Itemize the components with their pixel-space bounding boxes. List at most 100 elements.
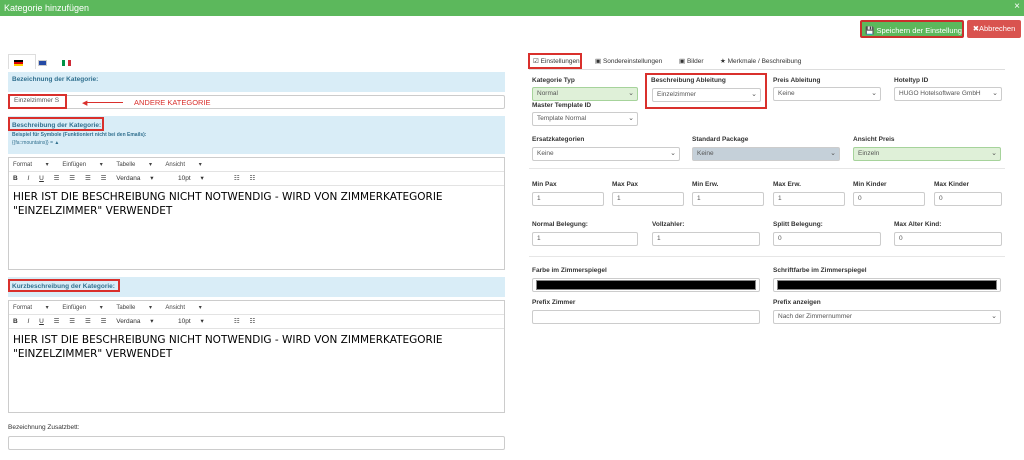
editor-toolbar: B I U ☰ ☰ ☰ ☰ Verdana ▾ 10pt ▾ ☷ ☷ xyxy=(9,315,504,329)
save-icon: 💾 xyxy=(865,26,875,35)
max-child-age-input[interactable]: 0 xyxy=(894,232,1002,246)
section-divider xyxy=(529,256,1005,257)
color-swatch xyxy=(777,280,997,290)
master-template-select[interactable]: Template Normal ⌄ xyxy=(532,112,638,126)
category-type-label: Kategorie Typ xyxy=(532,77,575,84)
chevron-down-icon: ⌄ xyxy=(871,90,877,97)
menu-format[interactable]: Format ▾ xyxy=(13,305,49,311)
align-left-icon[interactable]: ☰ xyxy=(54,174,60,182)
show-prefix-select[interactable]: Nach der Zimmernummer ⌄ xyxy=(773,310,1001,324)
price-view-select[interactable]: Einzeln ⌄ xyxy=(853,147,1001,161)
max-adults-label: Max Erw. xyxy=(773,181,801,188)
bullet-list-icon[interactable]: ☷ xyxy=(234,317,240,325)
bullet-list-icon[interactable]: ☷ xyxy=(234,174,240,182)
menu-insert[interactable]: Einfügen ▾ xyxy=(62,305,102,311)
room-prefix-input[interactable] xyxy=(532,310,760,324)
window-title-bar: Kategorie hinzufügen × xyxy=(0,0,1024,16)
italic-icon[interactable]: I xyxy=(28,175,30,182)
british-flag-icon[interactable] xyxy=(38,60,47,66)
align-center-icon[interactable]: ☰ xyxy=(69,174,75,182)
italian-flag-icon[interactable] xyxy=(62,60,71,66)
normal-occupancy-input[interactable]: 1 xyxy=(532,232,638,246)
align-right-icon[interactable]: ☰ xyxy=(85,317,91,325)
symbol-example: {{fa::mountains}} = ▲ xyxy=(12,140,60,146)
menu-view[interactable]: Ansicht ▾ xyxy=(165,305,201,311)
split-occupancy-input[interactable]: 0 xyxy=(773,232,881,246)
tab-special-settings[interactable]: ▣ Sondereinstellungen xyxy=(595,57,662,65)
align-justify-icon[interactable]: ☰ xyxy=(101,317,107,325)
editor-menubar: Format ▾ Einfügen ▾ Tabelle ▾ Ansicht ▾ xyxy=(9,301,504,315)
tab-images[interactable]: ▣ Bilder xyxy=(679,57,704,65)
chevron-down-icon: ⌄ xyxy=(628,115,634,122)
cancel-label: Abbrechen xyxy=(979,24,1016,33)
category-type-select[interactable]: Normal ⌄ xyxy=(532,87,638,101)
min-pax-label: Min Pax xyxy=(532,181,557,188)
room-prefix-label: Prefix Zimmer xyxy=(532,299,576,306)
category-name-value: Einzelzimmer S xyxy=(14,97,60,104)
min-adults-label: Min Erw. xyxy=(692,181,719,188)
tabs-divider xyxy=(529,69,1005,70)
extra-bed-label: Bezeichnung Zusatzbett: xyxy=(8,424,80,431)
min-adults-input[interactable]: 1 xyxy=(692,192,764,206)
annotation-arrow xyxy=(85,102,123,103)
numbered-list-icon[interactable]: ☷ xyxy=(249,174,255,182)
standard-package-select[interactable]: Keine ⌄ xyxy=(692,147,840,161)
editor-toolbar: B I U ☰ ☰ ☰ ☰ Verdana ▾ 10pt ▾ ☷ ☷ xyxy=(9,172,504,186)
cancel-button[interactable]: ✖Abbrechen xyxy=(967,20,1021,38)
replacement-categories-select[interactable]: Keine ⌄ xyxy=(532,147,680,161)
align-justify-icon[interactable]: ☰ xyxy=(101,174,107,182)
description-editor[interactable]: Format ▾ Einfügen ▾ Tabelle ▾ Ansicht ▾ … xyxy=(8,157,505,270)
tab-settings[interactable]: ☑ Einstellungen xyxy=(533,57,580,65)
room-color-input[interactable] xyxy=(532,278,760,292)
symbol-hint: Beispiel für Symbole (Funktioniert nicht… xyxy=(12,132,147,138)
max-pax-input[interactable]: 1 xyxy=(612,192,684,206)
description-derivation-select[interactable]: Einzelzimmer ⌄ xyxy=(652,88,761,102)
chevron-down-icon: ⌄ xyxy=(991,150,997,157)
italic-icon[interactable]: I xyxy=(28,318,30,325)
description-text[interactable]: HIER IST DIE BESCHREIBUNG NICHT NOTWENDI… xyxy=(9,186,504,222)
bold-icon[interactable]: B xyxy=(13,318,18,325)
hotel-type-select[interactable]: HUGO Hotelsoftware GmbH ⌄ xyxy=(894,87,1002,101)
align-center-icon[interactable]: ☰ xyxy=(69,317,75,325)
menu-table[interactable]: Tabelle ▾ xyxy=(116,305,152,311)
save-button[interactable]: 💾 Speichern der Einstellung xyxy=(860,20,964,38)
font-family-select[interactable]: Verdana ▾ xyxy=(116,317,168,325)
short-description-text[interactable]: HIER IST DIE BESCHREIBUNG NICHT NOTWENDI… xyxy=(9,329,504,365)
min-children-input[interactable]: 0 xyxy=(853,192,925,206)
german-flag-icon[interactable] xyxy=(14,60,23,66)
tab-features[interactable]: ★ Merkmale / Beschreibung xyxy=(720,57,801,65)
underline-icon[interactable]: U xyxy=(39,175,44,182)
menu-table[interactable]: Tabelle ▾ xyxy=(116,162,152,168)
menu-format[interactable]: Format ▾ xyxy=(13,162,49,168)
extra-bed-input[interactable] xyxy=(8,436,505,450)
save-label: Speichern der Einstellung xyxy=(876,26,962,35)
menu-view[interactable]: Ansicht ▾ xyxy=(165,162,201,168)
font-color-label: Schriftfarbe im Zimmerspiegel xyxy=(773,267,867,274)
menu-insert[interactable]: Einfügen ▾ xyxy=(62,162,102,168)
numbered-list-icon[interactable]: ☷ xyxy=(249,317,255,325)
price-derivation-select[interactable]: Keine ⌄ xyxy=(773,87,881,101)
max-children-input[interactable]: 0 xyxy=(934,192,1002,206)
normal-occupancy-label: Normal Belegung: xyxy=(532,221,588,228)
replacement-categories-label: Ersatzkategorien xyxy=(532,136,585,143)
full-payer-input[interactable]: 1 xyxy=(652,232,760,246)
font-size-select[interactable]: 10pt ▾ xyxy=(178,174,224,182)
highlight-box xyxy=(8,279,120,292)
align-left-icon[interactable]: ☰ xyxy=(54,317,60,325)
annotation-text: ANDERE KATEGORIE xyxy=(134,98,211,107)
short-description-editor[interactable]: Format ▾ Einfügen ▾ Tabelle ▾ Ansicht ▾ … xyxy=(8,300,505,413)
font-family-select[interactable]: Verdana ▾ xyxy=(116,174,168,182)
chevron-down-icon: ⌄ xyxy=(628,90,634,97)
bold-icon[interactable]: B xyxy=(13,175,18,182)
align-right-icon[interactable]: ☰ xyxy=(85,174,91,182)
font-size-select[interactable]: 10pt ▾ xyxy=(178,317,224,325)
annotation-arrowhead-icon: ◀ xyxy=(82,100,88,107)
font-color-input[interactable] xyxy=(773,278,1001,292)
category-name-header-label: Bezeichnung der Kategorie: xyxy=(12,76,99,83)
price-view-label: Ansicht Preis xyxy=(853,136,895,143)
min-pax-input[interactable]: 1 xyxy=(532,192,604,206)
max-adults-input[interactable]: 1 xyxy=(773,192,845,206)
close-icon[interactable]: × xyxy=(1014,1,1020,12)
underline-icon[interactable]: U xyxy=(39,318,44,325)
highlight-box xyxy=(8,117,104,131)
